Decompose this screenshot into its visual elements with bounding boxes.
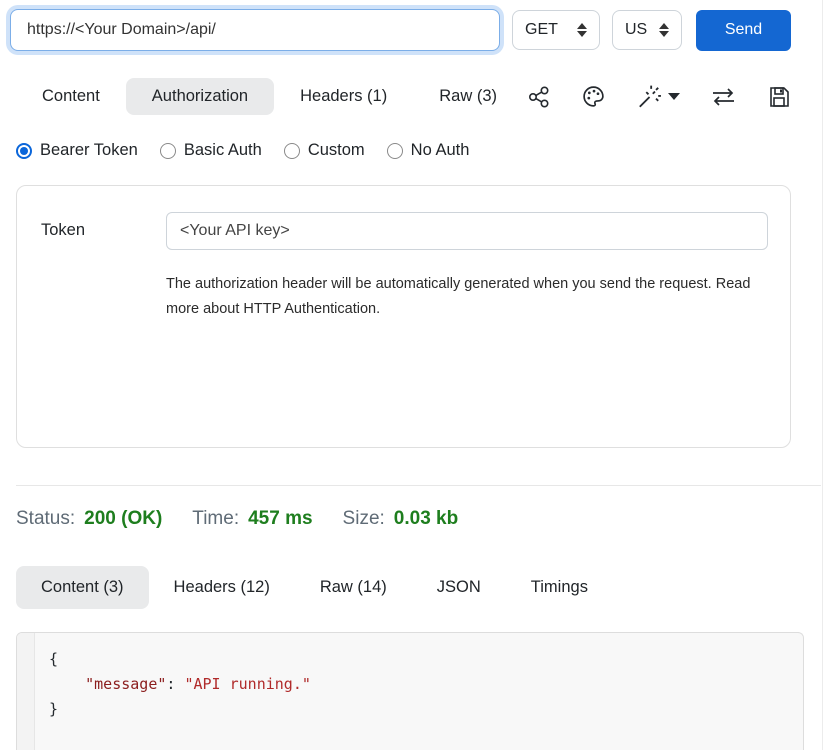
select-arrows-icon [659,23,669,37]
region-select-value: US [625,21,647,39]
select-arrows-icon [577,23,587,37]
method-select-value: GET [525,21,558,39]
tab-content[interactable]: Content [16,78,126,115]
radio-icon [16,143,32,159]
chevron-down-icon [668,93,680,100]
tab-headers[interactable]: Headers (1) [274,78,413,115]
rtab-content[interactable]: Content (3) [16,566,149,609]
radio-custom[interactable]: Custom [284,141,365,160]
region-select[interactable]: US [612,10,682,50]
swap-arrows-icon[interactable] [710,85,737,109]
request-bar: GET US Send [0,0,837,51]
auth-options: Bearer Token Basic Auth Custom No Auth [16,141,837,160]
radio-basic-auth[interactable]: Basic Auth [160,141,262,160]
rtab-headers[interactable]: Headers (12) [149,566,295,609]
json-open-brace: { [49,650,58,668]
radio-icon [284,143,300,159]
magic-wand-icon[interactable] [636,84,680,110]
time-label: Time: [192,508,239,530]
response-json: { "message": "API running." } [35,633,311,750]
time-pair: Time: 457 ms [192,508,312,530]
json-key: "message" [85,675,166,693]
url-input[interactable] [10,9,500,51]
save-icon[interactable] [767,85,791,109]
json-value: "API running." [184,675,310,693]
toolbar [527,84,791,110]
code-gutter [17,633,35,750]
radio-label: Custom [308,141,365,160]
json-close-brace: } [49,700,58,718]
json-colon: : [166,675,184,693]
auth-help-text: The authorization header will be automat… [166,272,766,323]
status-label: Status: [16,508,75,530]
request-tabs-row: Content Authorization Headers (1) Raw (3… [16,78,791,115]
method-select[interactable]: GET [512,10,600,50]
size-value: 0.03 kb [394,508,458,530]
radio-icon [387,143,403,159]
radio-label: Bearer Token [40,141,138,160]
api-tester-app: GET US Send Content Authorization Header… [0,0,837,750]
radio-icon [160,143,176,159]
radio-label: No Auth [411,141,470,160]
rtab-raw[interactable]: Raw (14) [295,566,412,609]
tab-raw[interactable]: Raw (3) [413,78,523,115]
time-value: 457 ms [248,508,312,530]
size-pair: Size: 0.03 kb [343,508,459,530]
send-button[interactable]: Send [696,10,791,51]
radio-label: Basic Auth [184,141,262,160]
response-body-viewer[interactable]: { "message": "API running." } [16,632,804,750]
status-pair: Status: 200 (OK) [16,508,162,530]
json-indent [49,675,85,693]
token-input[interactable] [166,212,768,250]
section-divider [16,485,821,486]
status-value: 200 (OK) [84,508,162,530]
palette-icon[interactable] [581,84,606,109]
response-status-row: Status: 200 (OK) Time: 457 ms Size: 0.03… [16,508,837,530]
request-tabs: Content Authorization Headers (1) Raw (3… [16,78,523,115]
share-icon[interactable] [527,85,551,109]
radio-bearer-token[interactable]: Bearer Token [16,141,138,160]
response-tabs: Content (3) Headers (12) Raw (14) JSON T… [16,566,837,609]
rtab-timings[interactable]: Timings [506,566,613,609]
token-label: Token [41,212,166,240]
content-edge-divider [822,0,823,750]
rtab-json[interactable]: JSON [412,566,506,609]
size-label: Size: [343,508,385,530]
tab-authorization[interactable]: Authorization [126,78,274,115]
radio-no-auth[interactable]: No Auth [387,141,470,160]
token-panel: Token The authorization header will be a… [16,185,791,448]
